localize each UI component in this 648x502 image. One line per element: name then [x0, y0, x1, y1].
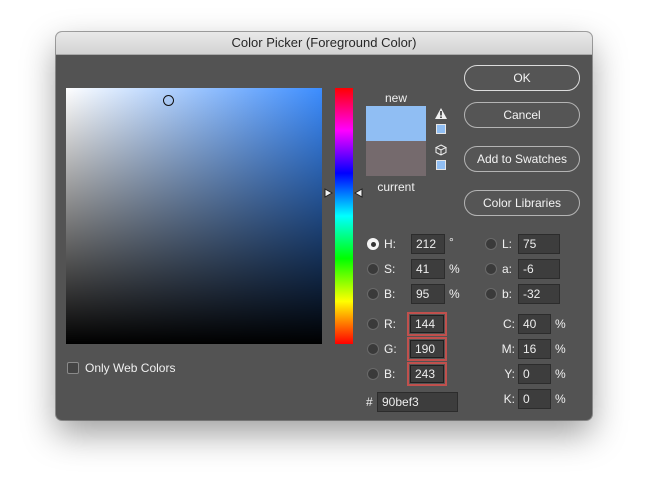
ok-button[interactable]: OK [464, 65, 580, 91]
hue-slider-right-arrow-icon[interactable] [354, 188, 363, 198]
hex-label: # [366, 395, 373, 409]
brightness-radio[interactable] [367, 288, 379, 300]
hue-slider[interactable] [335, 88, 353, 344]
b-channel-label: b: [502, 287, 513, 301]
yellow-label: Y: [504, 367, 515, 381]
color-field-cursor[interactable] [163, 95, 174, 106]
b-channel-input[interactable] [518, 284, 560, 304]
color-picker-dialog: Color Picker (Foreground Color) new curr… [56, 32, 592, 420]
yellow-unit: % [555, 367, 566, 381]
hue-radio[interactable] [367, 238, 379, 250]
web-safe-swatch[interactable] [436, 160, 446, 170]
red-label: R: [384, 317, 396, 331]
a-channel-input[interactable] [518, 259, 560, 279]
cyan-unit: % [555, 317, 566, 331]
black-label: K: [503, 392, 515, 406]
lightness-input[interactable] [518, 234, 560, 254]
current-color-swatch[interactable] [366, 141, 426, 176]
blue-input-highlight [407, 362, 447, 386]
a-channel-input-wrap [518, 259, 560, 279]
saturation-input-wrap [411, 259, 445, 279]
dialog-title: Color Picker (Foreground Color) [56, 32, 592, 55]
new-color-swatch [366, 106, 426, 141]
current-label: current [377, 180, 415, 194]
green-radio[interactable] [367, 343, 379, 355]
green-input-highlight [407, 337, 447, 361]
saturation-input[interactable] [411, 259, 445, 279]
red-input[interactable] [410, 315, 444, 333]
hue-label: H: [384, 237, 396, 251]
brightness-input-wrap [411, 284, 445, 304]
cyan-input-wrap [518, 314, 551, 334]
web-safe-cube-icon[interactable] [435, 144, 447, 156]
lightness-input-wrap [518, 234, 560, 254]
hue-slider-left-arrow-icon[interactable] [324, 188, 333, 198]
brightness-unit: % [449, 287, 460, 301]
gamut-warning-icon[interactable] [435, 108, 447, 119]
black-input[interactable] [518, 389, 551, 409]
hue-input[interactable] [411, 234, 445, 254]
magenta-label: M: [501, 342, 515, 356]
green-input[interactable] [410, 340, 444, 358]
black-input-wrap [518, 389, 551, 409]
brightness-label: B: [384, 287, 396, 301]
gamut-warning-swatch[interactable] [436, 124, 446, 134]
hex-input-wrap [377, 392, 458, 412]
a-channel-label: a: [502, 262, 513, 276]
magenta-input-wrap [518, 339, 551, 359]
hex-input[interactable] [377, 392, 458, 412]
magenta-unit: % [555, 342, 566, 356]
blue-input[interactable] [410, 365, 444, 383]
yellow-input[interactable] [518, 364, 551, 384]
only-web-colors-label[interactable]: Only Web Colors [85, 358, 175, 378]
yellow-input-wrap [518, 364, 551, 384]
color-libraries-button[interactable]: Color Libraries [464, 190, 580, 216]
add-to-swatches-button[interactable]: Add to Swatches [464, 146, 580, 172]
hue-input-wrap [411, 234, 445, 254]
saturation-radio[interactable] [367, 263, 379, 275]
saturation-unit: % [449, 262, 460, 276]
color-field[interactable] [66, 88, 322, 344]
magenta-input[interactable] [518, 339, 551, 359]
b-channel-radio[interactable] [485, 288, 497, 300]
new-label: new [384, 91, 407, 105]
red-radio[interactable] [367, 318, 379, 330]
only-web-colors-checkbox[interactable] [67, 362, 79, 374]
hue-unit: ° [449, 235, 454, 249]
green-label: G: [384, 342, 397, 356]
black-unit: % [555, 392, 566, 406]
cyan-label: C: [503, 317, 515, 331]
cyan-input[interactable] [518, 314, 551, 334]
saturation-label: S: [384, 262, 396, 276]
a-channel-radio[interactable] [485, 263, 497, 275]
b-channel-input-wrap [518, 284, 560, 304]
lightness-radio[interactable] [485, 238, 497, 250]
red-input-highlight [407, 312, 447, 336]
blue-label: B: [384, 367, 396, 381]
brightness-input[interactable] [411, 284, 445, 304]
blue-radio[interactable] [367, 368, 379, 380]
cancel-button[interactable]: Cancel [464, 102, 580, 128]
lightness-label: L: [502, 237, 513, 251]
